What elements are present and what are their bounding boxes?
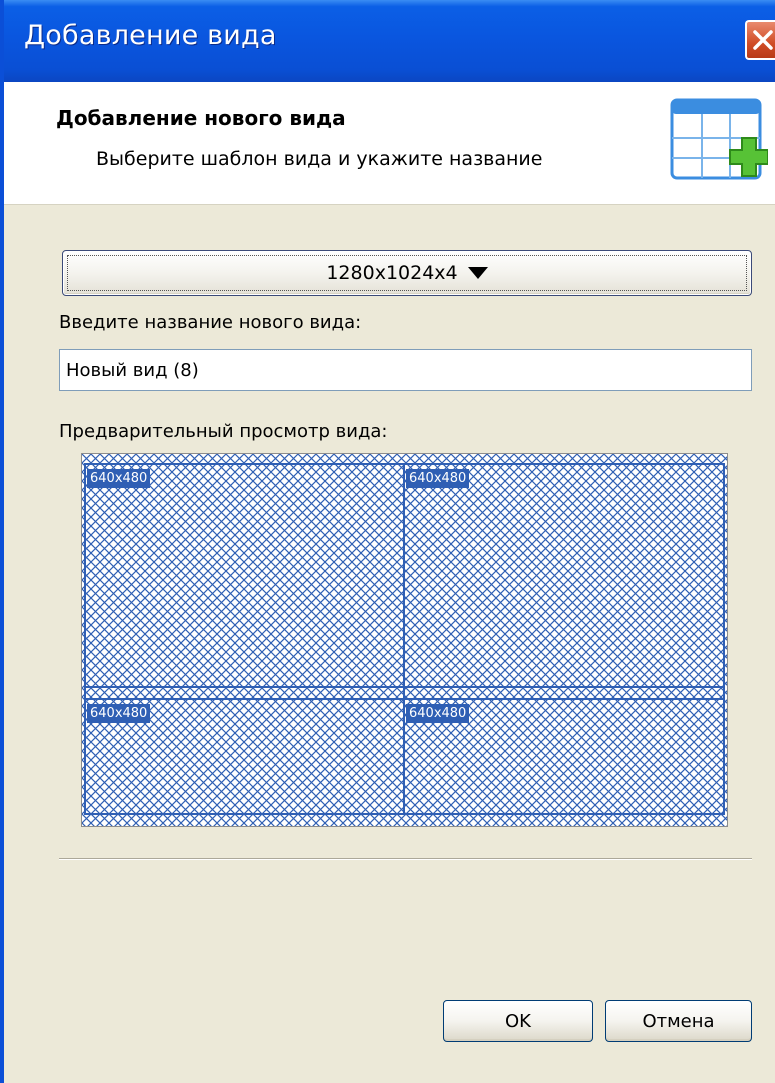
dialog-window: Добавление вида Добавление нового вида В… xyxy=(0,0,775,1083)
separator xyxy=(59,858,752,860)
preview-label: Предварительный просмотр вида: xyxy=(59,421,388,442)
preview-cell-label: 640x480 xyxy=(87,704,151,723)
preview-grid xyxy=(82,454,727,826)
view-name-label: Введите название нового вида: xyxy=(59,312,362,333)
window-title: Добавление вида xyxy=(24,20,277,51)
header-title: Добавление нового вида xyxy=(56,106,346,130)
focus-rect xyxy=(67,255,747,291)
title-bar[interactable]: Добавление вида xyxy=(4,0,775,82)
dialog-header: Добавление нового вида Выберите шаблон в… xyxy=(4,82,775,205)
preview-cell-label: 640x480 xyxy=(87,469,151,488)
preview-cell-label: 640x480 xyxy=(406,704,470,723)
preview-cell-label: 640x480 xyxy=(406,469,470,488)
view-preview-area: 640x480 640x480 640x480 640x480 xyxy=(81,453,728,827)
view-name-input[interactable] xyxy=(59,349,752,391)
template-dropdown-button[interactable]: 1280x1024x4 xyxy=(62,250,752,296)
cancel-button[interactable]: Отмена xyxy=(605,1000,752,1042)
close-button[interactable] xyxy=(745,20,775,60)
close-icon xyxy=(753,30,773,50)
add-view-icon xyxy=(670,98,768,180)
header-subtitle: Выберите шаблон вида и укажите название xyxy=(96,148,543,170)
ok-button[interactable]: OK xyxy=(443,1000,593,1042)
